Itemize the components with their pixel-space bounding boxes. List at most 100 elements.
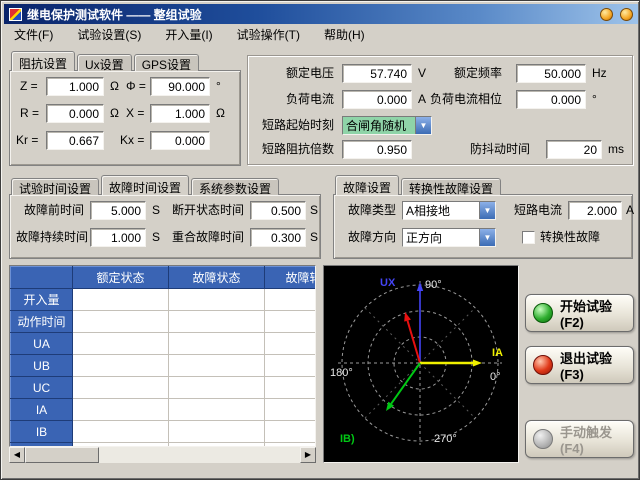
menu-digital-input[interactable]: 开入量(I) [165, 26, 212, 43]
chevron-down-icon[interactable]: ▼ [479, 202, 495, 219]
tab-fault-time-settings[interactable]: 故障时间设置 [101, 175, 189, 195]
tab-ux-settings[interactable]: Ux设置 [77, 54, 132, 71]
deg90-label: 90° [425, 279, 442, 291]
short-circuit-start-combo[interactable]: 合闸角随机 ▼ [342, 116, 432, 135]
debounce-time-input[interactable] [546, 140, 602, 159]
z-input[interactable] [46, 77, 104, 96]
tab-impedance-settings[interactable]: 阻抗设置 [11, 51, 75, 71]
load-phase-input[interactable] [516, 90, 586, 109]
table-cell[interactable] [265, 421, 317, 443]
impedance-multiple-input[interactable] [342, 140, 412, 159]
chevron-down-icon[interactable]: ▼ [479, 229, 495, 246]
tab-convertible-fault-settings[interactable]: 转换性故障设置 [401, 178, 501, 195]
reclose-fault-time-unit: S [310, 228, 318, 247]
phasor-diagram: UX 90° IA 0° 180° 270° IB) [323, 265, 519, 463]
debounce-time-label: 防抖动时间 [470, 140, 530, 159]
header-fault-state: 故障状态 [169, 267, 265, 289]
table-row[interactable]: 开入量 [11, 289, 317, 311]
fault-direction-value: 正方向 [403, 229, 479, 246]
table-row[interactable]: UA [11, 333, 317, 355]
tab-fault-settings[interactable]: 故障设置 [335, 175, 399, 195]
table-cell[interactable] [169, 421, 265, 443]
results-table[interactable]: 额定状态 故障状态 故障转换 开入量 动作时间 UA UB UC IA IB I… [9, 265, 316, 447]
fault-type-value: A相接地 [403, 202, 479, 219]
table-cell[interactable] [169, 311, 265, 333]
table-cell[interactable] [73, 399, 169, 421]
row-label: IB [11, 421, 73, 443]
short-circuit-start-label: 短路起始时刻 [262, 116, 334, 135]
table-row[interactable]: IA [11, 399, 317, 421]
table-cell[interactable] [265, 333, 317, 355]
manual-trigger-button[interactable]: 手动触发(F4) [525, 420, 634, 458]
table-cell[interactable] [73, 311, 169, 333]
table-cell[interactable] [169, 377, 265, 399]
table-cell[interactable] [169, 289, 265, 311]
window-title: 继电保护测试软件 —— 整组试验 [27, 6, 593, 23]
table-cell[interactable] [73, 289, 169, 311]
scrollbar-track[interactable] [99, 447, 300, 463]
open-state-time-input[interactable] [250, 201, 306, 220]
tab-gps-settings[interactable]: GPS设置 [134, 54, 199, 71]
ib-axis-label: IB) [340, 433, 355, 445]
rated-frequency-unit: Hz [592, 64, 607, 83]
table-cell[interactable] [265, 289, 317, 311]
table-cell[interactable] [265, 355, 317, 377]
menu-file[interactable]: 文件(F) [14, 26, 53, 43]
r-unit: Ω [110, 104, 119, 123]
kr-input[interactable] [46, 131, 104, 150]
minimize-button[interactable] [600, 8, 613, 21]
pre-fault-time-input[interactable] [90, 201, 146, 220]
short-circuit-current-input[interactable] [568, 201, 622, 220]
header-blank [11, 267, 73, 289]
fault-duration-unit: S [152, 228, 160, 247]
title-bar[interactable]: 继电保护测试软件 —— 整组试验 [4, 4, 638, 24]
menu-help[interactable]: 帮助(H) [324, 26, 365, 43]
impedance-tabbox: 阻抗设置 Ux设置 GPS设置 Z = Ω Φ = ° R = Ω X = Ω … [9, 51, 241, 166]
table-cell[interactable] [73, 377, 169, 399]
menu-test-settings[interactable]: 试验设置(S) [77, 26, 141, 43]
table-cell[interactable] [73, 333, 169, 355]
scrollbar-thumb[interactable] [25, 447, 99, 463]
table-cell[interactable] [265, 399, 317, 421]
start-test-button[interactable]: 开始试验(F2) [525, 294, 634, 332]
x-label: X = [126, 104, 144, 123]
table-hscrollbar[interactable]: ◀ ▶ [9, 447, 316, 463]
phi-input[interactable] [150, 77, 210, 96]
exit-test-button[interactable]: 退出试验(F3) [525, 346, 634, 384]
menu-test-operation[interactable]: 试验操作(T) [237, 26, 300, 43]
tab-system-param-settings[interactable]: 系统参数设置 [191, 178, 279, 195]
table-cell[interactable] [169, 399, 265, 421]
table-cell[interactable] [169, 333, 265, 355]
ux-vector [417, 282, 423, 363]
table-cell[interactable] [265, 377, 317, 399]
close-button[interactable] [620, 8, 633, 21]
kx-input[interactable] [150, 131, 210, 150]
rated-frequency-input[interactable] [516, 64, 586, 83]
table-row[interactable]: UC [11, 377, 317, 399]
r-input[interactable] [46, 104, 104, 123]
fault-type-combo[interactable]: A相接地 ▼ [402, 201, 496, 220]
load-current-unit: A [418, 90, 426, 109]
table-cell[interactable] [73, 421, 169, 443]
table-row[interactable]: IB [11, 421, 317, 443]
load-current-input[interactable] [342, 90, 412, 109]
rated-voltage-label: 额定电压 [286, 64, 334, 83]
fault-direction-combo[interactable]: 正方向 ▼ [402, 228, 496, 247]
table-row[interactable]: 动作时间 [11, 311, 317, 333]
table-row[interactable]: UB [11, 355, 317, 377]
scroll-right-icon[interactable]: ▶ [300, 447, 316, 463]
x-input[interactable] [150, 104, 210, 123]
table-cell[interactable] [265, 311, 317, 333]
fault-duration-input[interactable] [90, 228, 146, 247]
table-cell[interactable] [73, 355, 169, 377]
scroll-left-icon[interactable]: ◀ [9, 447, 25, 463]
exit-test-label: 退出试验(F3) [560, 348, 626, 382]
table-cell[interactable] [169, 355, 265, 377]
impedance-tabstrip: 阻抗设置 Ux设置 GPS设置 [11, 51, 201, 71]
start-test-icon [533, 303, 553, 323]
tab-test-time-settings[interactable]: 试验时间设置 [11, 178, 99, 195]
convertible-fault-checkbox[interactable] [522, 231, 535, 244]
rated-voltage-input[interactable] [342, 64, 412, 83]
chevron-down-icon[interactable]: ▼ [415, 117, 431, 134]
reclose-fault-time-input[interactable] [250, 228, 306, 247]
